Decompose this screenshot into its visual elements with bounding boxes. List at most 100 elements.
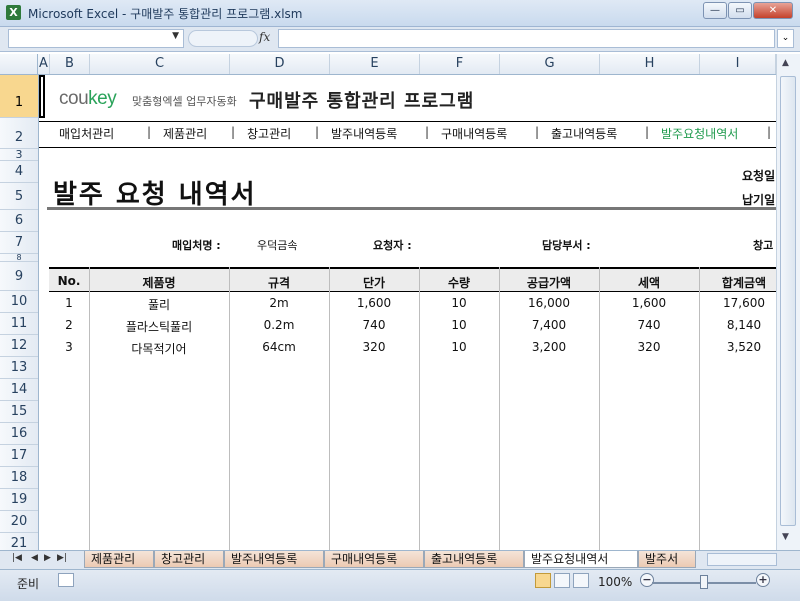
column-header-g[interactable]: G: [500, 54, 600, 74]
supplier-value[interactable]: 우덕금속: [257, 237, 297, 253]
next-sheet-icon[interactable]: ▶: [44, 553, 51, 563]
maximize-button[interactable]: ▭: [728, 2, 752, 19]
cell-unit-price[interactable]: 740: [329, 318, 419, 332]
expand-formula-bar-button[interactable]: ⌄: [777, 29, 794, 48]
zoom-in-icon[interactable]: +: [756, 573, 770, 587]
cell-spec[interactable]: 0.2m: [229, 318, 329, 332]
row-header[interactable]: 18: [0, 467, 38, 489]
row-header[interactable]: 19: [0, 489, 38, 511]
zoom-slider-knob[interactable]: [700, 575, 708, 589]
column-header-i[interactable]: I: [700, 54, 776, 74]
cell-unit-price[interactable]: 320: [329, 340, 419, 354]
formula-divider[interactable]: [188, 30, 258, 47]
horizontal-scrollbar[interactable]: [707, 553, 777, 566]
scroll-up-icon[interactable]: ▲: [782, 58, 789, 68]
nav-item-suppliers[interactable]: 매입처관리: [59, 125, 114, 142]
scroll-down-icon[interactable]: ▼: [782, 532, 789, 542]
active-cell[interactable]: [39, 75, 45, 118]
row-header[interactable]: 3: [0, 149, 38, 161]
nav-item-purchase-entry[interactable]: 구매내역등록: [441, 125, 507, 142]
row-header[interactable]: 9: [0, 262, 38, 291]
first-sheet-icon[interactable]: |◀: [12, 553, 22, 563]
column-header-c[interactable]: C: [90, 54, 230, 74]
row-header[interactable]: 20: [0, 511, 38, 533]
select-all-button[interactable]: [0, 54, 38, 74]
normal-view-icon[interactable]: [535, 573, 551, 588]
cell-tax[interactable]: 1,600: [599, 296, 699, 310]
cell-tax[interactable]: 320: [599, 340, 699, 354]
macro-record-icon[interactable]: [58, 573, 74, 587]
cell-unit-price[interactable]: 1,600: [329, 296, 419, 310]
close-button[interactable]: ✕: [753, 2, 793, 19]
sheet-tab-purchase-entry[interactable]: 구매내역등록: [324, 551, 424, 568]
excel-icon[interactable]: X: [6, 5, 21, 20]
row-header[interactable]: 4: [0, 161, 38, 183]
row-header[interactable]: 21: [0, 533, 38, 550]
row-header[interactable]: 13: [0, 357, 38, 379]
sheet-tab-order-entry[interactable]: 발주내역등록: [224, 551, 324, 568]
cell-product[interactable]: 풀리: [89, 296, 229, 313]
sheet-tab-warehouse[interactable]: 창고관리: [154, 551, 224, 568]
prev-sheet-icon[interactable]: ◀: [31, 553, 38, 563]
row-header[interactable]: 16: [0, 423, 38, 445]
nav-item-warehouse[interactable]: 창고관리: [247, 125, 291, 142]
row-header[interactable]: 14: [0, 379, 38, 401]
cell-no[interactable]: 1: [49, 296, 89, 310]
row-header[interactable]: 10: [0, 291, 38, 313]
name-box[interactable]: ▼: [8, 29, 184, 48]
insert-function-icon[interactable]: fx: [259, 30, 270, 44]
nav-item-products[interactable]: 제품관리: [163, 125, 207, 142]
row-header[interactable]: 12: [0, 335, 38, 357]
row-header[interactable]: 8: [0, 254, 38, 262]
zoom-level[interactable]: 100%: [598, 575, 632, 589]
cell-supply-amount[interactable]: 16,000: [499, 296, 599, 310]
cell-quantity[interactable]: 10: [419, 296, 499, 310]
cell-supply-amount[interactable]: 3,200: [499, 340, 599, 354]
cell-total[interactable]: 8,140: [699, 318, 776, 332]
cell-tax[interactable]: 740: [599, 318, 699, 332]
cell-quantity[interactable]: 10: [419, 318, 499, 332]
cell-no[interactable]: 2: [49, 318, 89, 332]
row-header[interactable]: 15: [0, 401, 38, 423]
zoom-out-icon[interactable]: −: [640, 573, 654, 587]
cell-product[interactable]: 플라스틱풀리: [89, 318, 229, 335]
last-sheet-icon[interactable]: ▶|: [57, 553, 67, 563]
nav-item-order-request[interactable]: 발주요청내역서: [661, 125, 738, 142]
column-header-d[interactable]: D: [230, 54, 330, 74]
cell-spec[interactable]: 64cm: [229, 340, 329, 354]
row-header[interactable]: 11: [0, 313, 38, 335]
cell-total[interactable]: 3,520: [699, 340, 776, 354]
page-layout-view-icon[interactable]: [554, 573, 570, 588]
column-header-h[interactable]: H: [600, 54, 700, 74]
row-header[interactable]: 2: [0, 118, 38, 149]
column-header-a[interactable]: A: [38, 54, 50, 74]
column-header-b[interactable]: B: [50, 54, 90, 74]
cell-quantity[interactable]: 10: [419, 340, 499, 354]
nav-item-order-entry[interactable]: 발주내역등록: [331, 125, 397, 142]
nav-item-shipment-entry[interactable]: 출고내역등록: [551, 125, 617, 142]
row-header[interactable]: 6: [0, 210, 38, 232]
column-quantity: 수량: [447, 276, 471, 290]
sheet-tab-order-request[interactable]: 발주요청내역서: [524, 551, 638, 568]
row-header[interactable]: 5: [0, 183, 38, 210]
sheet-tab-products[interactable]: 제품관리: [84, 551, 154, 568]
column-header-e[interactable]: E: [330, 54, 420, 74]
cell-spec[interactable]: 2m: [229, 296, 329, 310]
row-header[interactable]: 7: [0, 232, 38, 254]
row-header[interactable]: 1: [0, 75, 38, 118]
column-header-f[interactable]: F: [420, 54, 500, 74]
cell-total[interactable]: 17,600: [699, 296, 776, 310]
chevron-down-icon[interactable]: ▼: [172, 31, 179, 41]
row-header[interactable]: 17: [0, 445, 38, 467]
cell-no[interactable]: 3: [49, 340, 89, 354]
cell-product[interactable]: 다목적기어: [89, 340, 229, 357]
worksheet[interactable]: coukey 맞춤형엑셀 업무자동화 구매발주 통합관리 프로그램 매입처관리 …: [39, 75, 776, 550]
vertical-scrollbar[interactable]: ▲ ▼: [776, 54, 800, 550]
sheet-tab-shipment-entry[interactable]: 출고내역등록: [424, 551, 524, 568]
page-break-preview-icon[interactable]: [573, 573, 589, 588]
minimize-button[interactable]: —: [703, 2, 727, 19]
scroll-thumb[interactable]: [780, 76, 796, 526]
cell-supply-amount[interactable]: 7,400: [499, 318, 599, 332]
sheet-tab-order[interactable]: 발주서: [638, 551, 696, 568]
formula-input[interactable]: [278, 29, 775, 48]
